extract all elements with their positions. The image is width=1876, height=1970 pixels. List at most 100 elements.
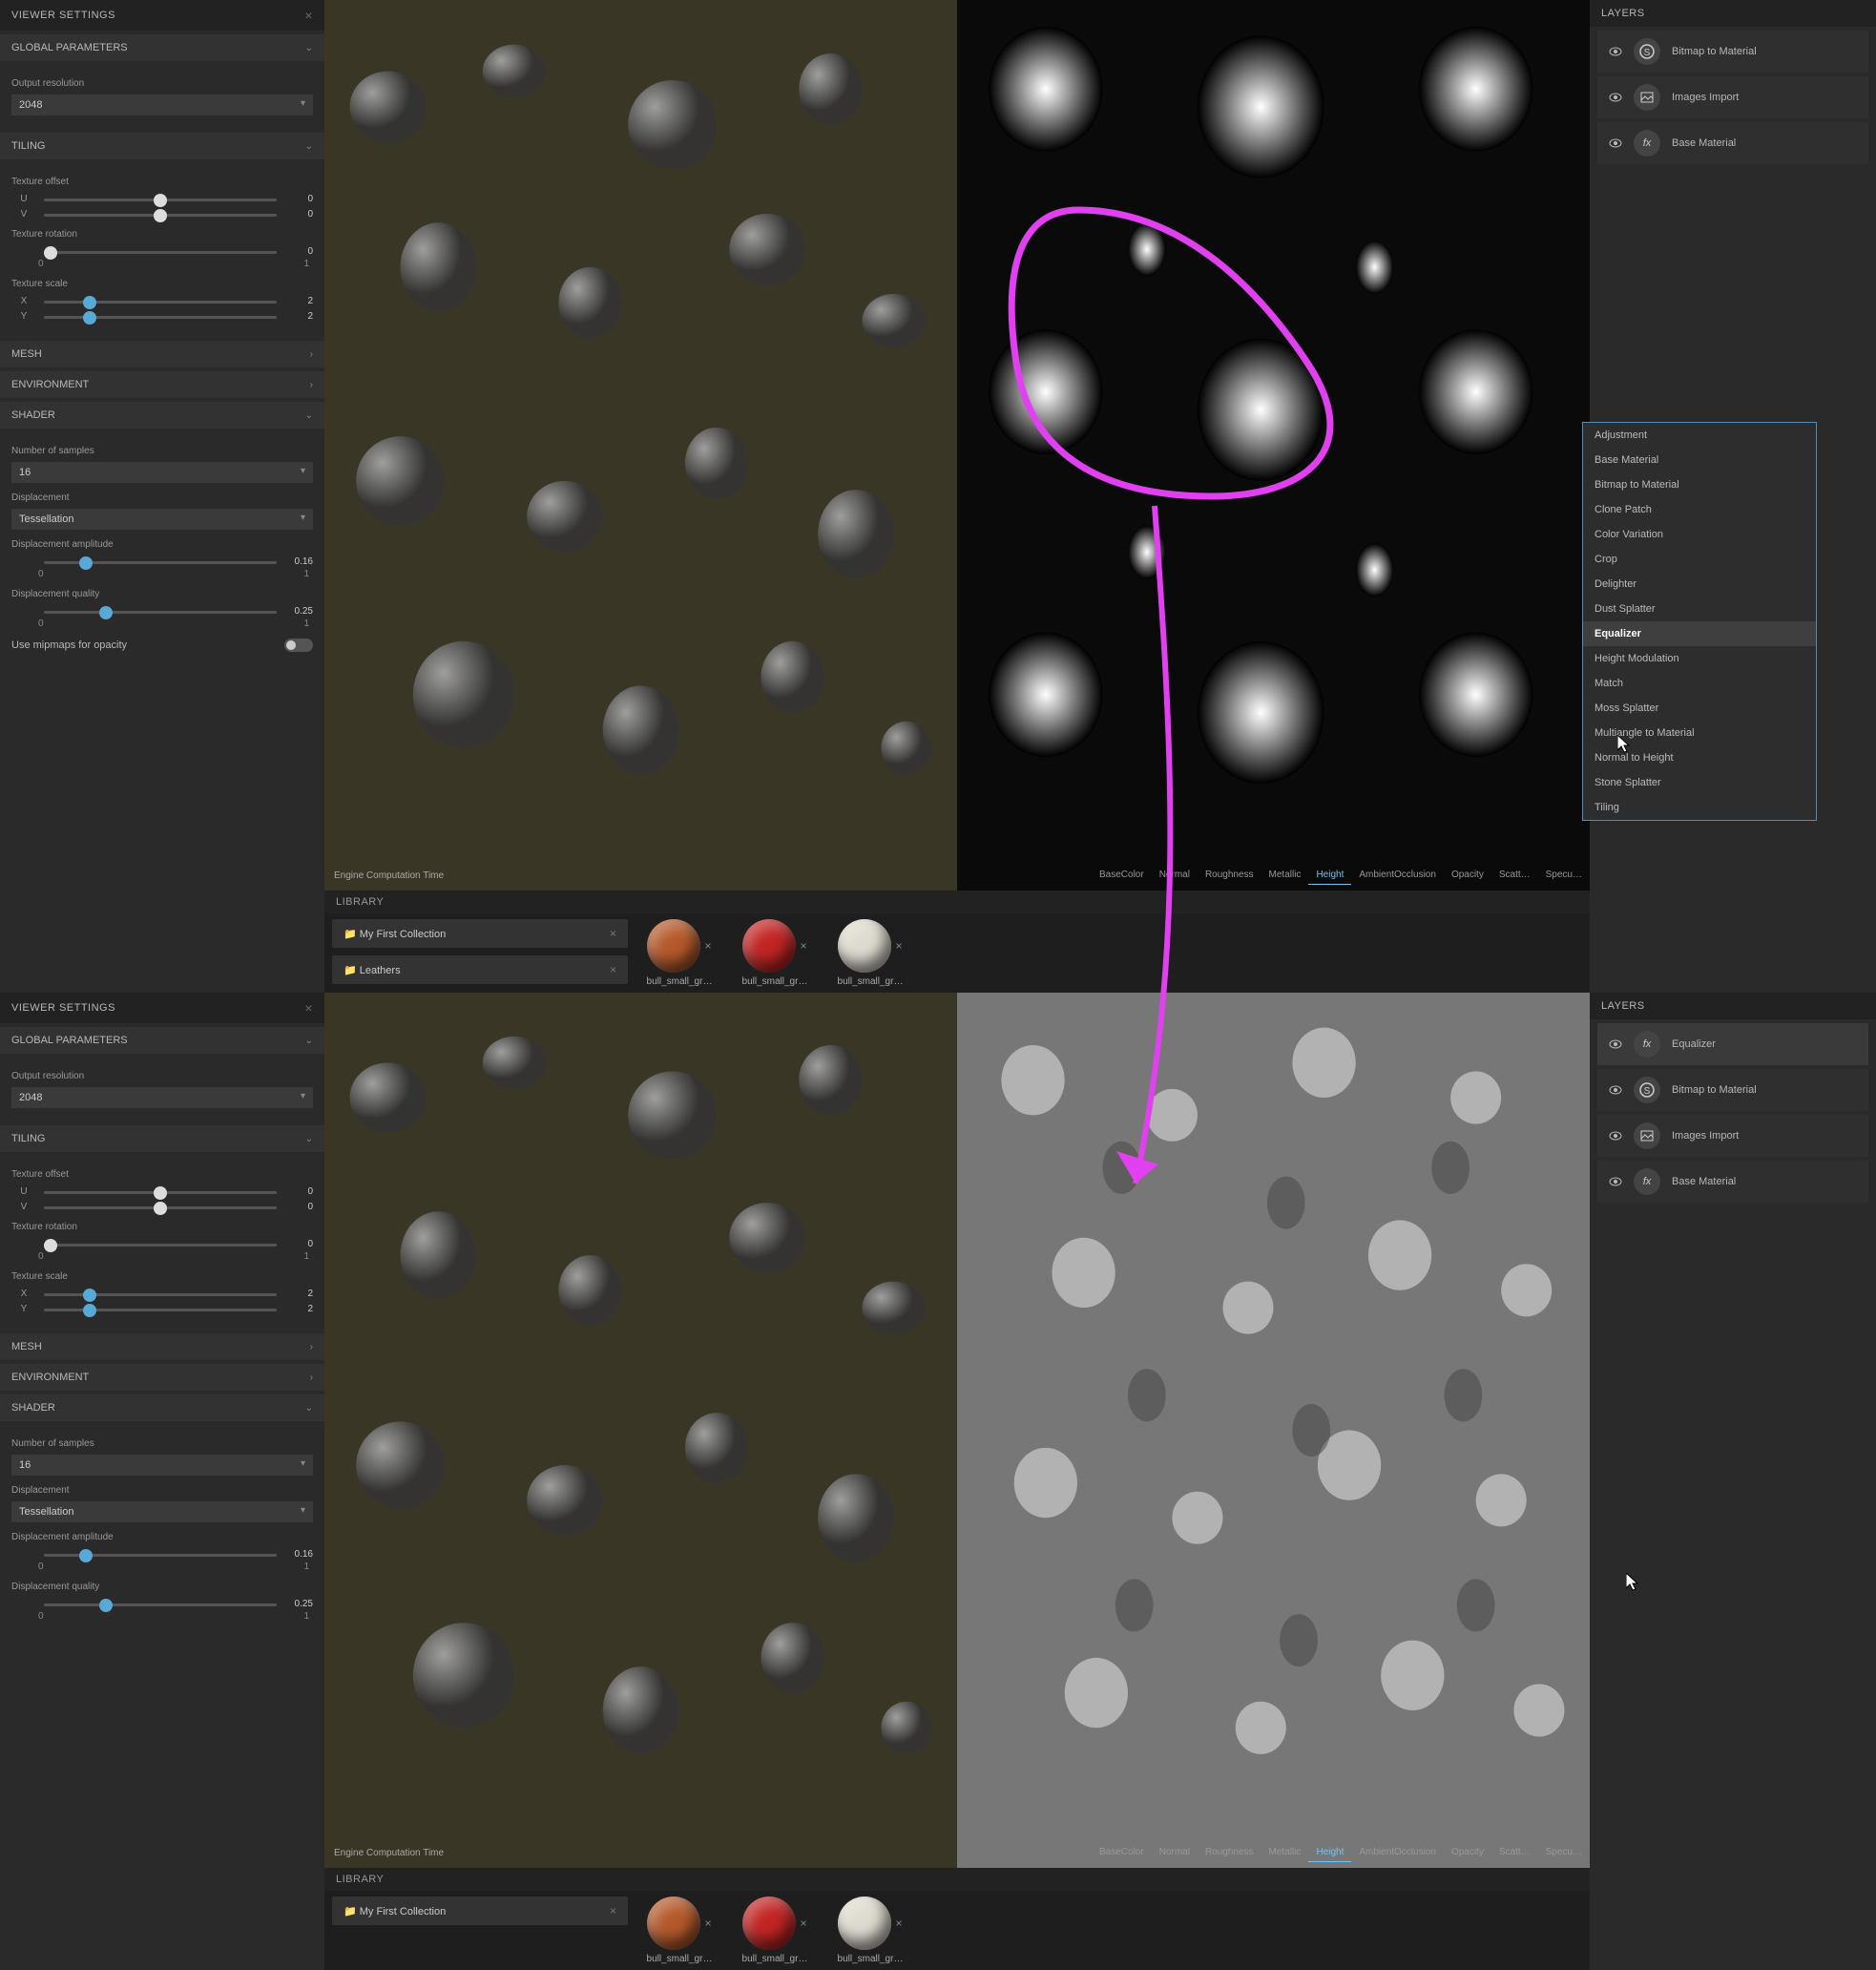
context-item-clone-patch[interactable]: Clone Patch xyxy=(1583,497,1816,522)
offset-u-slider[interactable] xyxy=(44,193,277,204)
scale-y-slider[interactable] xyxy=(44,310,277,322)
offset-u-slider[interactable] xyxy=(44,1185,277,1197)
output-resolution-select[interactable]: 2048 xyxy=(11,1087,313,1108)
context-item-bitmap-to-material[interactable]: Bitmap to Material xyxy=(1583,472,1816,497)
tab-specular[interactable]: Specu… xyxy=(1538,866,1590,885)
library-tab-my-collection[interactable]: 📁 My First Collection × xyxy=(332,919,628,948)
material-swatch[interactable]: ×bull_small_gr… xyxy=(824,1897,916,1964)
tab-scattering[interactable]: Scatt… xyxy=(1491,866,1538,885)
output-resolution-select[interactable]: 2048 xyxy=(11,94,313,115)
samples-select[interactable]: 16 xyxy=(11,462,313,483)
add-layer-context-menu[interactable]: AdjustmentBase MaterialBitmap to Materia… xyxy=(1582,422,1817,821)
material-swatch[interactable]: ×bull_small_gr… xyxy=(729,1897,821,1964)
close-icon[interactable]: × xyxy=(304,8,313,23)
tab-metallic[interactable]: Metallic xyxy=(1261,1843,1309,1862)
scale-x-slider[interactable] xyxy=(44,1288,277,1299)
close-icon[interactable]: × xyxy=(800,1917,806,1930)
mesh-section[interactable]: MESH› xyxy=(0,1333,324,1360)
samples-select[interactable]: 16 xyxy=(11,1455,313,1476)
context-item-stone-splatter[interactable]: Stone Splatter xyxy=(1583,770,1816,795)
close-icon[interactable]: × xyxy=(704,939,711,953)
rotation-slider[interactable] xyxy=(44,245,277,257)
scale-x-slider[interactable] xyxy=(44,295,277,306)
amplitude-slider[interactable] xyxy=(44,1548,277,1560)
material-swatch[interactable]: ×bull_small_gr… xyxy=(634,919,725,987)
global-parameters-section[interactable]: GLOBAL PARAMETERS⌄ xyxy=(0,1027,324,1054)
layer-row[interactable]: Images Import xyxy=(1597,1115,1868,1157)
tab-roughness[interactable]: Roughness xyxy=(1198,1843,1261,1862)
close-icon[interactable]: × xyxy=(610,963,616,976)
offset-v-slider[interactable] xyxy=(44,208,277,220)
context-item-moss-splatter[interactable]: Moss Splatter xyxy=(1583,696,1816,721)
tab-roughness[interactable]: Roughness xyxy=(1198,866,1261,885)
layer-row[interactable]: fxEqualizer xyxy=(1597,1023,1868,1065)
shader-section[interactable]: SHADER ⌄ xyxy=(0,402,324,429)
visibility-eye-icon[interactable] xyxy=(1609,136,1622,150)
material-swatch[interactable]: ×bull_small_gr… xyxy=(824,919,916,987)
visibility-eye-icon[interactable] xyxy=(1609,1175,1622,1188)
close-icon[interactable]: × xyxy=(704,1917,711,1930)
quality-slider[interactable] xyxy=(44,605,277,617)
material-swatch[interactable]: ×bull_small_gr… xyxy=(634,1897,725,1964)
tab-basecolor[interactable]: BaseColor xyxy=(1092,1843,1152,1862)
tiling-section[interactable]: TILING⌄ xyxy=(0,1125,324,1152)
visibility-eye-icon[interactable] xyxy=(1609,45,1622,58)
context-item-adjustment[interactable]: Adjustment xyxy=(1583,423,1816,448)
layer-row[interactable]: fxBase Material xyxy=(1597,1161,1868,1203)
context-item-base-material[interactable]: Base Material xyxy=(1583,448,1816,472)
close-icon[interactable]: × xyxy=(304,1000,313,1016)
viewport-3d[interactable]: Engine Computation Time xyxy=(324,0,957,891)
material-swatch[interactable]: ×bull_small_gr… xyxy=(729,919,821,987)
library-tab-leathers[interactable]: 📁 Leathers × xyxy=(332,955,628,984)
tab-opacity[interactable]: Opacity xyxy=(1444,866,1491,885)
rotation-slider[interactable] xyxy=(44,1238,277,1249)
viewport-height[interactable]: BaseColor Normal Roughness Metallic Heig… xyxy=(957,0,1590,891)
layer-row[interactable]: SBitmap to Material xyxy=(1597,1069,1868,1111)
visibility-eye-icon[interactable] xyxy=(1609,1129,1622,1142)
context-item-dust-splatter[interactable]: Dust Splatter xyxy=(1583,597,1816,621)
tab-scattering[interactable]: Scatt… xyxy=(1491,1843,1538,1862)
viewport-3d[interactable]: Engine Computation Time xyxy=(324,993,957,1868)
visibility-eye-icon[interactable] xyxy=(1609,1037,1622,1051)
context-item-crop[interactable]: Crop xyxy=(1583,547,1816,572)
context-item-tiling[interactable]: Tiling xyxy=(1583,795,1816,820)
mesh-section[interactable]: MESH › xyxy=(0,341,324,367)
environment-section[interactable]: ENVIRONMENT › xyxy=(0,371,324,398)
visibility-eye-icon[interactable] xyxy=(1609,91,1622,104)
scale-y-slider[interactable] xyxy=(44,1303,277,1314)
offset-v-slider[interactable] xyxy=(44,1201,277,1212)
close-icon[interactable]: × xyxy=(895,1917,902,1930)
displacement-select[interactable]: Tessellation xyxy=(11,509,313,530)
tab-ambientocclusion[interactable]: AmbientOcclusion xyxy=(1351,1843,1444,1862)
amplitude-slider[interactable] xyxy=(44,555,277,567)
channel-tabs[interactable]: BaseColor Normal Roughness Metallic Heig… xyxy=(1092,1843,1590,1862)
context-item-height-modulation[interactable]: Height Modulation xyxy=(1583,646,1816,671)
shader-section[interactable]: SHADER⌄ xyxy=(0,1394,324,1421)
context-item-equalizer[interactable]: Equalizer xyxy=(1583,621,1816,646)
tab-normal[interactable]: Normal xyxy=(1152,866,1198,885)
channel-tabs[interactable]: BaseColor Normal Roughness Metallic Heig… xyxy=(1092,866,1590,885)
displacement-select[interactable]: Tessellation xyxy=(11,1501,313,1522)
tab-height[interactable]: Height xyxy=(1308,866,1351,885)
close-icon[interactable]: × xyxy=(610,1904,616,1918)
close-icon[interactable]: × xyxy=(800,939,806,953)
context-item-delighter[interactable]: Delighter xyxy=(1583,572,1816,597)
environment-section[interactable]: ENVIRONMENT› xyxy=(0,1364,324,1391)
tab-basecolor[interactable]: BaseColor xyxy=(1092,866,1152,885)
tiling-section[interactable]: TILING ⌄ xyxy=(0,133,324,159)
visibility-eye-icon[interactable] xyxy=(1609,1083,1622,1097)
layer-row[interactable]: fxBase Material xyxy=(1597,122,1868,164)
quality-slider[interactable] xyxy=(44,1598,277,1609)
tab-metallic[interactable]: Metallic xyxy=(1261,866,1309,885)
layer-row[interactable]: SBitmap to Material xyxy=(1597,31,1868,73)
context-item-match[interactable]: Match xyxy=(1583,671,1816,696)
tab-ambientocclusion[interactable]: AmbientOcclusion xyxy=(1351,866,1444,885)
context-item-color-variation[interactable]: Color Variation xyxy=(1583,522,1816,547)
viewport-height-equalized[interactable]: BaseColor Normal Roughness Metallic Heig… xyxy=(957,993,1590,1868)
close-icon[interactable]: × xyxy=(610,927,616,940)
library-tab-my-collection[interactable]: 📁 My First Collection × xyxy=(332,1897,628,1925)
close-icon[interactable]: × xyxy=(895,939,902,953)
tab-normal[interactable]: Normal xyxy=(1152,1843,1198,1862)
global-parameters-section[interactable]: GLOBAL PARAMETERS ⌄ xyxy=(0,34,324,61)
tab-specular[interactable]: Specu… xyxy=(1538,1843,1590,1862)
